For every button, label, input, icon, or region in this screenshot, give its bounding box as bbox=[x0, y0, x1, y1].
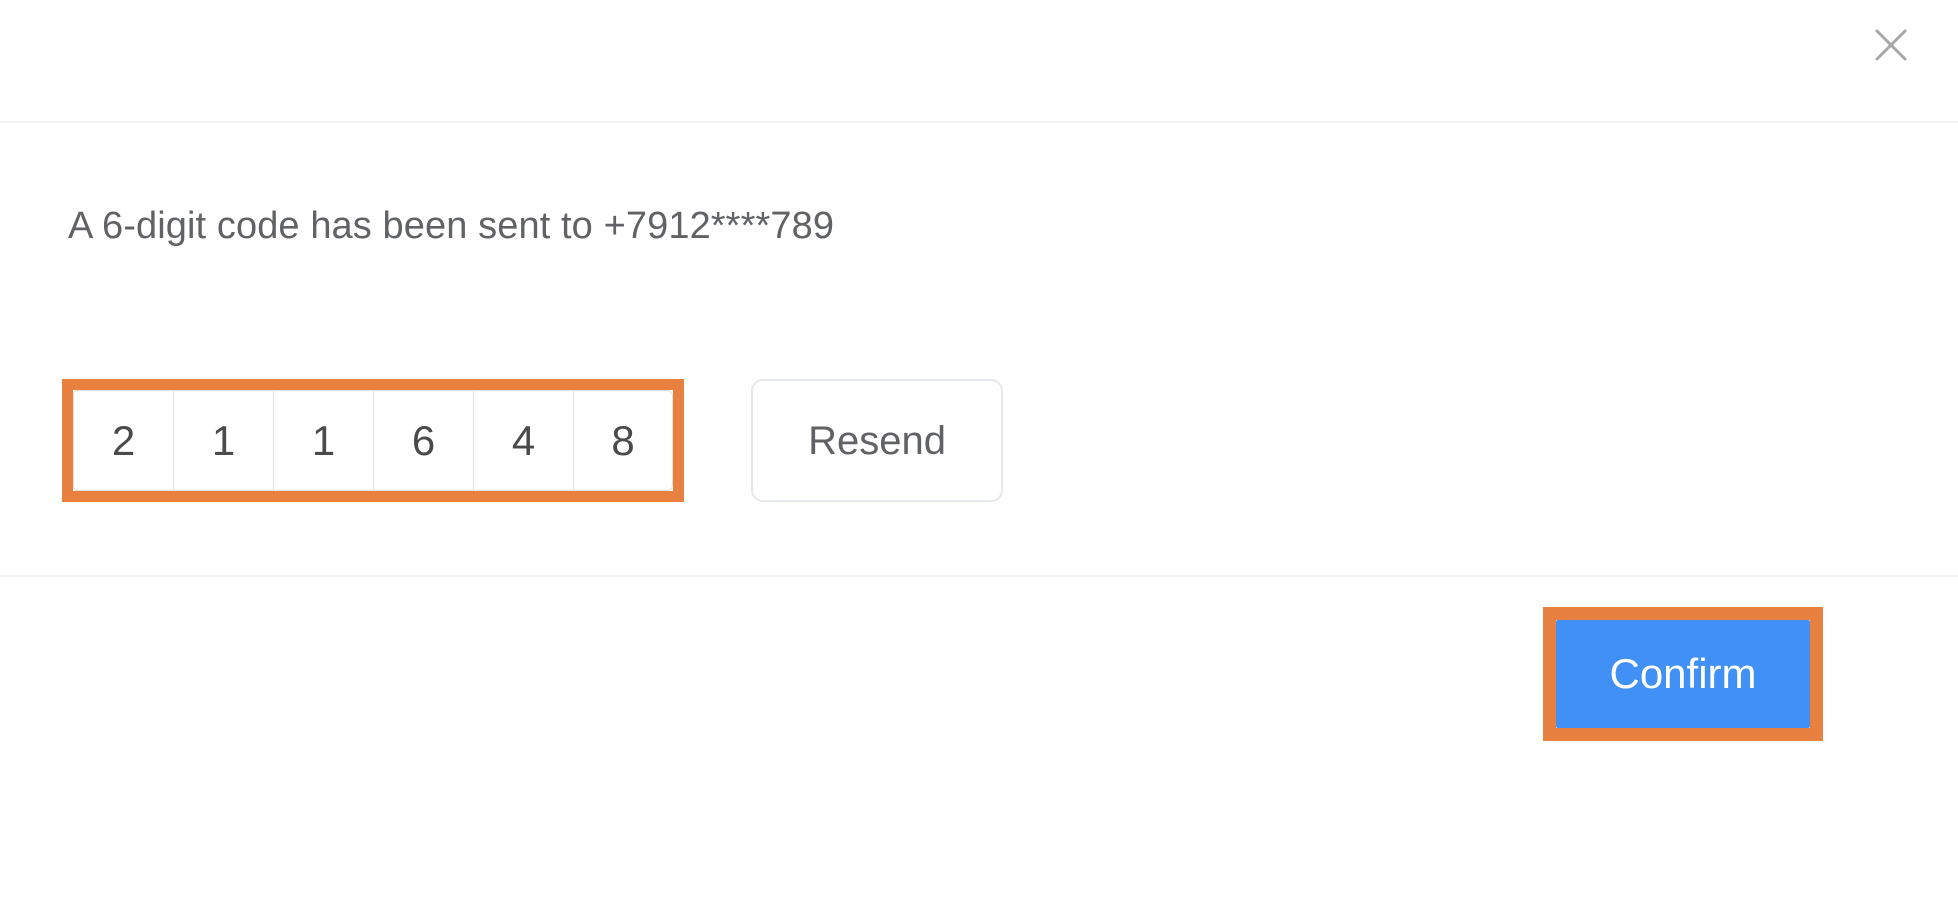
dialog-footer: Confirm bbox=[0, 575, 1958, 910]
otp-digit-1[interactable] bbox=[73, 390, 173, 491]
otp-highlight-box bbox=[62, 379, 684, 502]
code-sent-message: A 6-digit code has been sent to +7912***… bbox=[68, 205, 835, 247]
otp-digit-3[interactable] bbox=[273, 390, 373, 491]
otp-digit-5[interactable] bbox=[473, 390, 573, 491]
otp-row: Resend bbox=[62, 379, 1003, 502]
resend-button[interactable]: Resend bbox=[751, 379, 1003, 502]
otp-digit-6[interactable] bbox=[573, 390, 673, 491]
confirm-highlight-box: Confirm bbox=[1543, 607, 1823, 741]
dialog-header bbox=[0, 0, 1958, 123]
sms-verification-dialog: A 6-digit code has been sent to +7912***… bbox=[0, 0, 1958, 910]
close-button[interactable] bbox=[1860, 14, 1922, 76]
otp-digit-4[interactable] bbox=[373, 390, 473, 491]
confirm-button[interactable]: Confirm bbox=[1556, 620, 1810, 728]
otp-digit-2[interactable] bbox=[173, 390, 273, 491]
close-icon bbox=[1874, 28, 1908, 62]
otp-input-group[interactable] bbox=[73, 390, 673, 491]
dialog-body: A 6-digit code has been sent to +7912***… bbox=[0, 123, 1958, 575]
